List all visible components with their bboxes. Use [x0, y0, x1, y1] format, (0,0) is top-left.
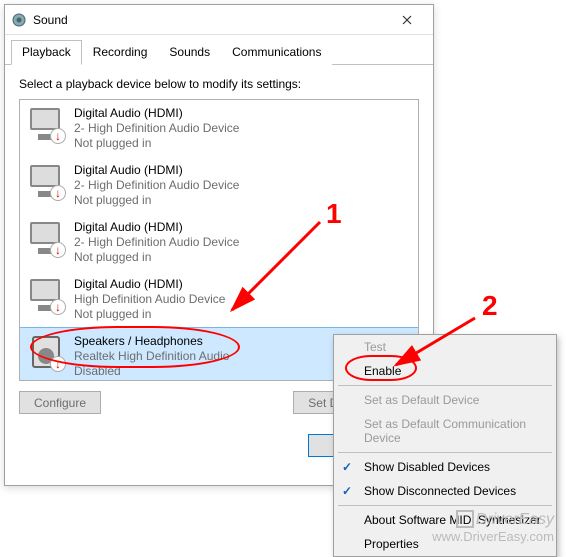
speaker-icon: ↓: [28, 334, 64, 370]
menu-show-disconnected[interactable]: Show Disconnected Devices: [334, 479, 556, 503]
device-name: Digital Audio (HDMI): [74, 106, 239, 121]
tab-sounds[interactable]: Sounds: [158, 40, 221, 65]
tab-recording[interactable]: Recording: [82, 40, 159, 65]
annotation-number-2: 2: [482, 290, 498, 322]
device-status: Not plugged in: [74, 250, 239, 265]
device-sub: Realtek High Definition Audio: [74, 349, 229, 364]
device-sub: 2- High Definition Audio Device: [74, 121, 239, 136]
sound-icon: [11, 12, 27, 28]
context-menu[interactable]: Test Enable Set as Default Device Set as…: [333, 334, 557, 557]
disabled-badge-icon: ↓: [50, 356, 66, 372]
tab-communications[interactable]: Communications: [221, 40, 332, 65]
device-text: Digital Audio (HDMI) 2- High Definition …: [74, 220, 239, 265]
device-sub: 2- High Definition Audio Device: [74, 235, 239, 250]
device-name: Digital Audio (HDMI): [74, 163, 239, 178]
list-item[interactable]: ↓ Digital Audio (HDMI) 2- High Definitio…: [20, 100, 418, 157]
device-status: Not plugged in: [74, 136, 239, 151]
instruction-text: Select a playback device below to modify…: [19, 77, 419, 91]
menu-show-disabled[interactable]: Show Disabled Devices: [334, 455, 556, 479]
menu-separator: [338, 452, 552, 453]
monitor-icon: ↓: [28, 163, 64, 199]
unplugged-badge-icon: ↓: [50, 242, 66, 258]
menu-set-default-comm[interactable]: Set as Default Communication Device: [334, 412, 556, 450]
device-name: Digital Audio (HDMI): [74, 277, 225, 292]
device-text: Digital Audio (HDMI) 2- High Definition …: [74, 106, 239, 151]
menu-enable[interactable]: Enable: [334, 359, 556, 383]
list-item[interactable]: ↓ Digital Audio (HDMI) 2- High Definitio…: [20, 214, 418, 271]
unplugged-badge-icon: ↓: [50, 299, 66, 315]
unplugged-badge-icon: ↓: [50, 185, 66, 201]
menu-separator: [338, 505, 552, 506]
configure-button[interactable]: Configure: [19, 391, 101, 414]
device-status: Not plugged in: [74, 193, 239, 208]
device-name: Digital Audio (HDMI): [74, 220, 239, 235]
device-text: Speakers / Headphones Realtek High Defin…: [74, 334, 229, 379]
monitor-icon: ↓: [28, 220, 64, 256]
monitor-icon: ↓: [28, 106, 64, 142]
menu-about-midi[interactable]: About Software MIDI Synthesizer: [334, 508, 556, 532]
menu-separator: [338, 385, 552, 386]
monitor-icon: ↓: [28, 277, 64, 313]
close-icon: [402, 15, 412, 25]
unplugged-badge-icon: ↓: [50, 128, 66, 144]
device-sub: 2- High Definition Audio Device: [74, 178, 239, 193]
tab-playback[interactable]: Playback: [11, 40, 82, 65]
list-item[interactable]: ↓ Digital Audio (HDMI) High Definition A…: [20, 271, 418, 328]
device-text: Digital Audio (HDMI) 2- High Definition …: [74, 163, 239, 208]
close-button[interactable]: [387, 8, 427, 32]
menu-properties[interactable]: Properties: [334, 532, 556, 556]
device-status: Disabled: [74, 364, 229, 379]
tab-strip: Playback Recording Sounds Communications: [5, 39, 433, 65]
device-status: Not plugged in: [74, 307, 225, 322]
device-name: Speakers / Headphones: [74, 334, 229, 349]
titlebar[interactable]: Sound: [5, 5, 433, 35]
menu-set-default[interactable]: Set as Default Device: [334, 388, 556, 412]
device-text: Digital Audio (HDMI) High Definition Aud…: [74, 277, 225, 322]
window-title: Sound: [33, 13, 387, 27]
menu-test[interactable]: Test: [334, 335, 556, 359]
device-sub: High Definition Audio Device: [74, 292, 225, 307]
list-item[interactable]: ↓ Digital Audio (HDMI) 2- High Definitio…: [20, 157, 418, 214]
